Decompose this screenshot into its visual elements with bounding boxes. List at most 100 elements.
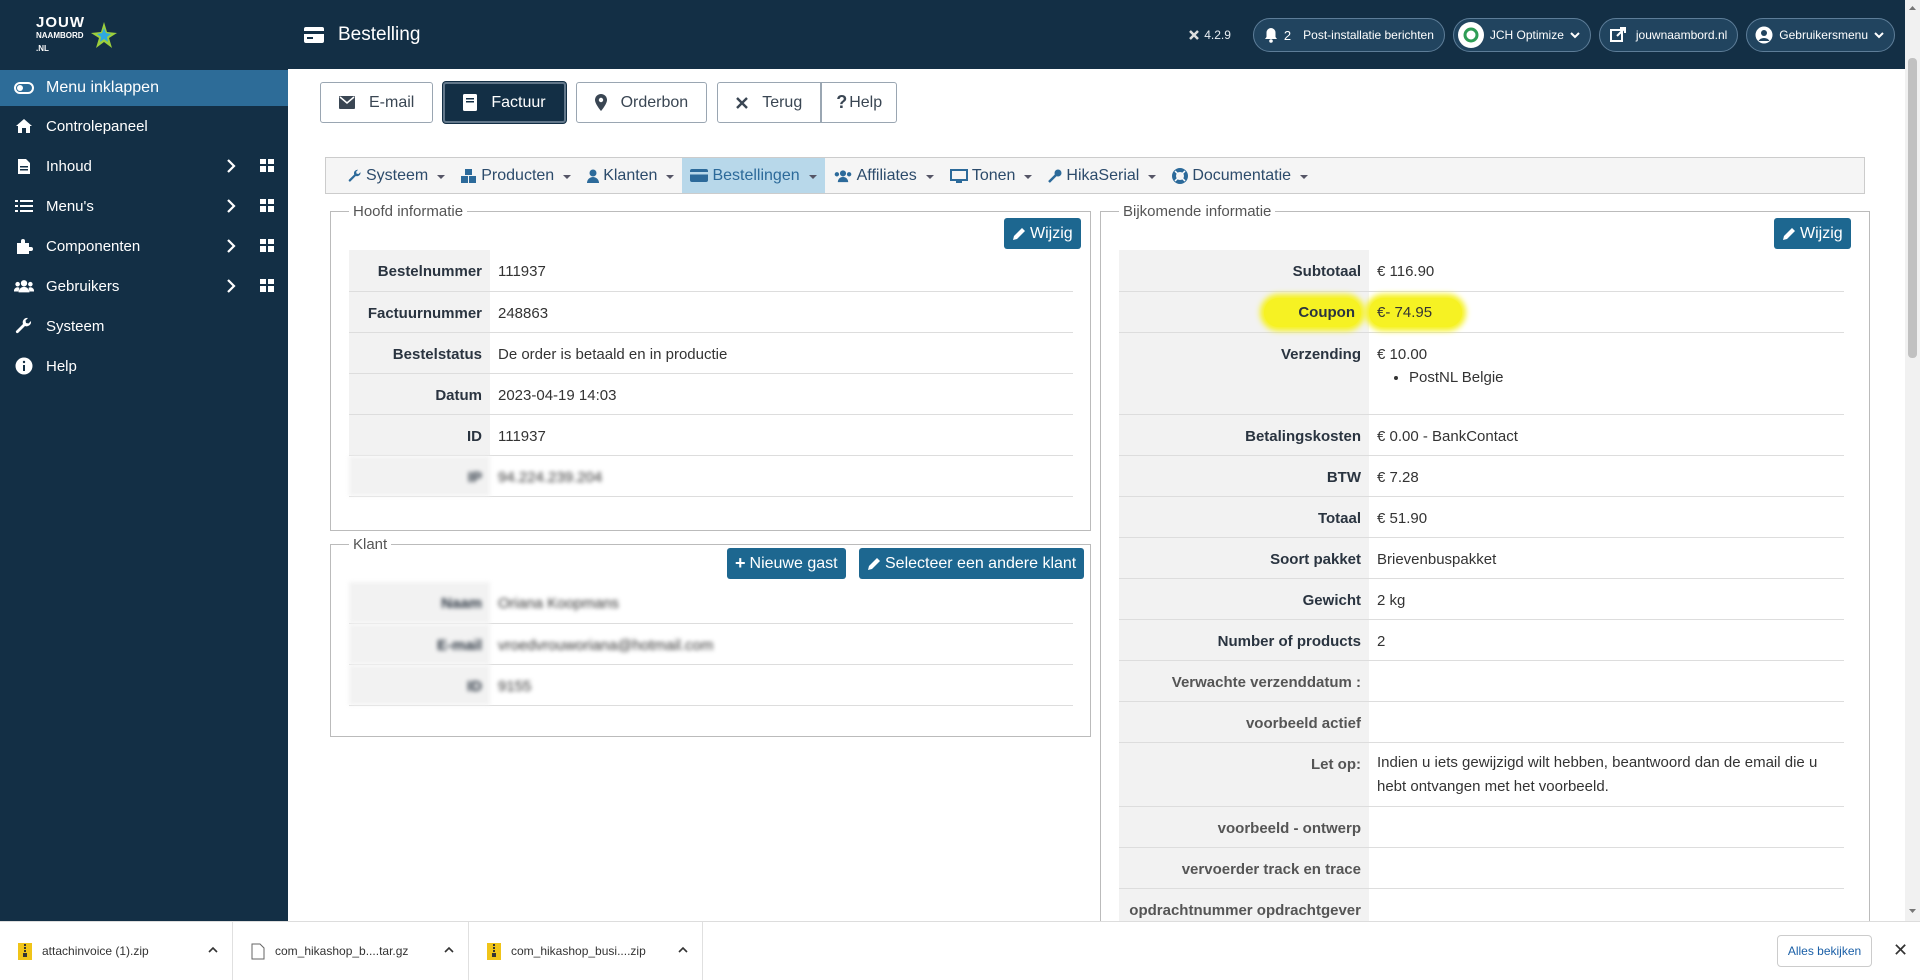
cubes-icon (461, 168, 477, 183)
caret-down-icon (563, 174, 572, 179)
sidebar-item-help[interactable]: Help (0, 346, 288, 386)
row-key: BTW (1119, 455, 1369, 497)
chevron-right-icon[interactable] (226, 238, 236, 254)
hikamenu-documentatie[interactable]: Documentatie (1164, 158, 1316, 193)
logo-wordmark: JOUW NAAMBORD .NL (36, 13, 85, 53)
sidebar-item-menu-inklappen[interactable]: Menu inklappen (0, 70, 288, 106)
page-scrollbar[interactable] (1905, 0, 1920, 921)
row-value: 2 (1369, 619, 1844, 661)
sidebar-item-controlepaneel[interactable]: Controlepaneel (0, 106, 288, 146)
site-label: jouwnaambord.nl (1635, 28, 1728, 42)
row-value: 111937 (490, 414, 1073, 456)
row-value: 94.224.239.204 (490, 455, 1073, 497)
hikamenu-producten[interactable]: Producten (453, 158, 579, 193)
sidebar-item-label: Help (46, 357, 77, 375)
download-item[interactable]: attachinvoice (1).zip (0, 921, 233, 980)
table-row: IP 94.224.239.204 (349, 455, 1073, 497)
row-value (1369, 888, 1844, 921)
header: Bestelling 4.2.9 2 Post-installatie beri… (288, 0, 1905, 69)
table-row: BTW € 7.28 (1119, 455, 1844, 497)
sidebar-item-label: Menu inklappen (46, 79, 159, 96)
scroll-down-icon[interactable] (1905, 905, 1920, 917)
hikamenu-label: Affiliates (856, 166, 917, 184)
page-title-text: Bestelling (338, 23, 421, 45)
dashboard-grid-icon[interactable] (260, 279, 274, 292)
sidebar-item-inhoud[interactable]: Inhoud (0, 146, 288, 186)
hikamenu-bestellingen[interactable]: Bestellingen (682, 158, 825, 193)
dashboard-grid-icon[interactable] (260, 239, 274, 252)
chevron-right-icon[interactable] (226, 278, 236, 294)
hikamenu-label: Bestellingen (712, 166, 800, 184)
table-row: Bestelnummer 111937 (349, 250, 1073, 292)
user-menu[interactable]: Gebruikersmenu (1746, 18, 1895, 52)
external-link-icon (1609, 27, 1626, 42)
sidebar-item-gebruikers[interactable]: Gebruikers (0, 266, 288, 306)
dashboard-grid-icon[interactable] (260, 199, 274, 212)
main-info-edit-button[interactable]: Wijzig (1004, 218, 1081, 249)
caret-down-icon (666, 174, 675, 179)
download-item[interactable]: com_hikashop_busi....zip (469, 921, 703, 980)
toggle-icon (14, 78, 34, 98)
hikamenu-klanten[interactable]: Klanten (579, 158, 682, 193)
table-row: E-mail vroedvrouworiana@hotmail.com (349, 623, 1073, 665)
hikamenu-hikaserial[interactable]: HikaSerial (1040, 158, 1164, 193)
hikamenu-tonen[interactable]: Tonen (942, 158, 1041, 193)
notifications-button[interactable]: 2 Post-installatie berichten (1252, 18, 1445, 52)
wrench-icon (348, 169, 361, 182)
chevron-right-icon[interactable] (226, 158, 236, 174)
chevron-up-icon[interactable] (208, 946, 218, 953)
caret-down-icon (808, 174, 817, 179)
scrollbar-thumb[interactable] (1908, 58, 1917, 358)
sidebar-item-systeem[interactable]: Systeem (0, 306, 288, 346)
new-guest-button[interactable]: + Nieuwe gast (727, 548, 846, 579)
credit-card-icon (304, 26, 324, 43)
table-row: vervoerder track en trace (1119, 847, 1844, 889)
chevron-right-icon[interactable] (226, 198, 236, 214)
notifications-label: Post-installatie berichten (1303, 28, 1434, 42)
main-info-legend: Hoofd informatie (353, 203, 464, 220)
jch-optimize-menu[interactable]: JCH Optimize (1452, 18, 1591, 52)
show-all-downloads-button[interactable]: Alles bekijken (1777, 935, 1872, 967)
hikamenu-affiliates[interactable]: Affiliates (825, 158, 942, 193)
sidebar-item-label: Menu's (46, 197, 94, 215)
caret-down-icon (1148, 174, 1157, 179)
joomla-icon (1189, 30, 1200, 40)
plus-icon: + (735, 553, 746, 573)
pencil-icon (1013, 227, 1025, 240)
zip-file-icon (487, 942, 501, 960)
close-icon[interactable]: ✕ (1893, 941, 1909, 959)
user-circle-icon (1755, 26, 1773, 44)
row-value: Indien u iets gewijzigd wilt hebben, bea… (1369, 742, 1844, 807)
extra-info-edit-button[interactable]: Wijzig (1774, 218, 1851, 249)
dashboard-grid-icon[interactable] (260, 159, 274, 172)
hikamenu-systeem[interactable]: Systeem (340, 158, 453, 193)
app-window: JOUW NAAMBORD .NL Menu inklappen Controlep… (0, 0, 1920, 980)
row-value (1369, 847, 1844, 889)
key-icon (1048, 169, 1062, 183)
caret-down-icon (1024, 174, 1033, 179)
edit-label: Wijzig (1030, 224, 1073, 242)
coupon-value: €- 74.95 (1369, 297, 1463, 327)
download-item[interactable]: com_hikashop_b....tar.gz (233, 921, 469, 980)
zip-file-icon (18, 942, 32, 960)
chevron-up-icon[interactable] (678, 946, 688, 953)
site-logo[interactable]: JOUW NAAMBORD .NL (0, 0, 288, 70)
bell-icon (1264, 28, 1277, 43)
sidebar-item-menus[interactable]: Menu's (0, 186, 288, 226)
table-row: Naam Oriana Koopmans (349, 582, 1073, 624)
scroll-up-icon[interactable] (1905, 2, 1920, 14)
select-other-label: Selecteer een andere klant (885, 554, 1077, 572)
wrench-icon (14, 316, 34, 336)
table-row: Gewicht 2 kg (1119, 578, 1844, 620)
shipping-method: PostNL Belgie (1409, 369, 1844, 386)
sidebar-item-label: Componenten (46, 237, 141, 255)
table-row: voorbeeld - ontwerp (1119, 806, 1844, 848)
select-other-customer-button[interactable]: Selecteer een andere klant (859, 548, 1085, 579)
sidebar-item-componenten[interactable]: Componenten (0, 226, 288, 266)
customer-legend: Klant (353, 536, 388, 553)
hikashop-menu: Systeem Producten Klanten Bestellingen A… (325, 157, 1865, 194)
list-icon (14, 196, 34, 216)
chevron-up-icon[interactable] (444, 946, 454, 953)
row-key: voorbeeld - ontwerp (1119, 806, 1369, 848)
site-link-button[interactable]: jouwnaambord.nl (1598, 18, 1739, 52)
